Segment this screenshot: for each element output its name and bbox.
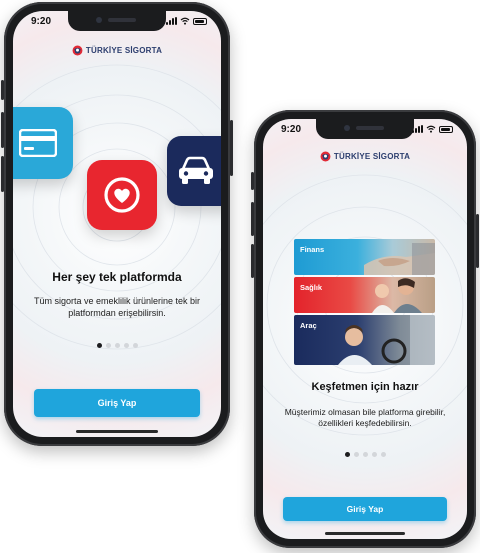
cellular-signal-icon	[166, 17, 177, 25]
login-button[interactable]: Giriş Yap	[34, 389, 200, 417]
earpiece-speaker	[356, 126, 384, 130]
phone-right: 9:20 TÜRKİYE SİGORTA Finans Sağlık Araç …	[251, 110, 479, 548]
onboarding-description: Tüm sigorta ve emeklilik ürünlerine tek …	[33, 296, 201, 319]
volume-down-button	[251, 244, 254, 278]
wifi-icon	[426, 125, 436, 133]
category-label: Sağlık	[300, 283, 323, 292]
status-time: 9:20	[281, 124, 302, 135]
earpiece-speaker	[108, 18, 136, 22]
category-card-saglik[interactable]: Sağlık	[294, 277, 435, 313]
battery-icon	[193, 17, 207, 25]
page-dot[interactable]	[344, 452, 350, 457]
category-card-arac[interactable]: Araç	[294, 315, 435, 365]
page-indicator	[263, 452, 467, 457]
category-list: Finans Sağlık Araç	[294, 239, 435, 369]
category-label: Araç	[300, 321, 317, 330]
heart-tile	[87, 160, 157, 230]
category-label: Finans	[300, 245, 325, 254]
page-dot[interactable]	[380, 452, 386, 457]
onboarding-title: Her şey tek platformda	[52, 270, 182, 284]
onboarding-title: Keşfetmen için hazır	[311, 381, 419, 393]
status-time: 9:20	[31, 16, 52, 27]
home-indicator	[76, 430, 158, 433]
battery-icon	[439, 125, 453, 133]
volume-down-button	[1, 156, 4, 192]
cellular-signal-icon	[412, 125, 423, 133]
brand-name: TÜRKİYE SİGORTA	[85, 46, 163, 55]
brand-name: TÜRKİYE SİGORTA	[333, 152, 411, 161]
power-button	[476, 214, 479, 268]
volume-up-button	[1, 112, 4, 148]
volume-up-button	[251, 202, 254, 236]
category-card-finans[interactable]: Finans	[294, 239, 435, 275]
page-dot[interactable]	[114, 343, 120, 348]
power-button	[230, 120, 233, 176]
page-indicator	[13, 343, 221, 348]
onboarding-description: Müşterimiz olmasan bile platforma girebi…	[284, 407, 446, 429]
wifi-icon	[180, 17, 190, 25]
page-dot[interactable]	[105, 343, 111, 348]
page-dot[interactable]	[353, 452, 359, 457]
login-button[interactable]: Giriş Yap	[283, 497, 447, 521]
onboarding-screen-2: 9:20 TÜRKİYE SİGORTA Finans Sağlık Araç …	[263, 119, 467, 539]
credit-card-icon	[19, 129, 57, 157]
page-dot[interactable]	[123, 343, 129, 348]
notch	[316, 119, 414, 139]
car-icon	[179, 156, 213, 184]
card-tile	[13, 107, 73, 179]
mute-switch	[251, 172, 254, 190]
status-icons	[166, 17, 207, 25]
home-indicator	[325, 532, 405, 535]
notch	[68, 11, 166, 31]
page-dot[interactable]	[96, 343, 102, 348]
heart-icon	[104, 177, 140, 213]
stage: 9:20 TÜRKİYE SİGORTA Her şey tek platfor…	[0, 0, 480, 553]
page-dot[interactable]	[362, 452, 368, 457]
status-icons	[412, 125, 453, 133]
page-dot[interactable]	[132, 343, 138, 348]
turkiye-sigorta-logo-icon	[320, 151, 331, 162]
front-camera	[96, 17, 102, 23]
page-dot[interactable]	[371, 452, 377, 457]
phone-left: 9:20 TÜRKİYE SİGORTA Her şey tek platfor…	[1, 2, 233, 446]
mute-switch	[1, 80, 4, 100]
onboarding-screen-1: 9:20 TÜRKİYE SİGORTA Her şey tek platfor…	[13, 11, 221, 437]
brand-logo: TÜRKİYE SİGORTA	[13, 45, 221, 56]
turkiye-sigorta-logo-icon	[72, 45, 83, 56]
car-tile	[167, 136, 221, 206]
front-camera	[344, 125, 350, 131]
brand-logo: TÜRKİYE SİGORTA	[263, 151, 467, 162]
